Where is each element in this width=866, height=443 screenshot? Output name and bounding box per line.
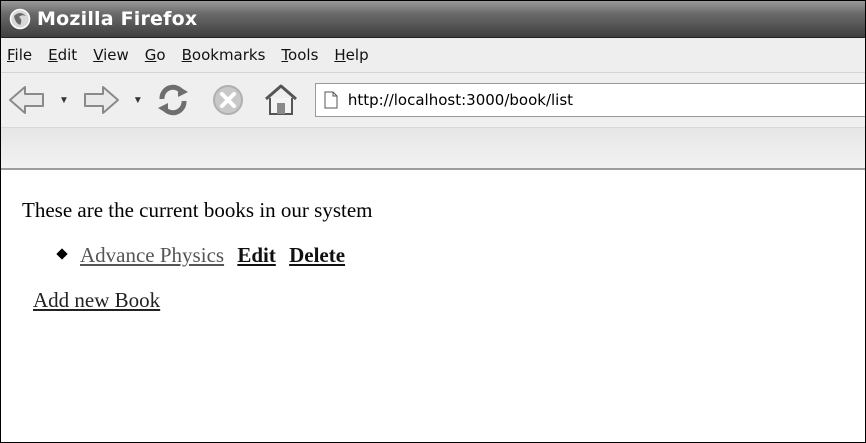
browser-window: Mozilla Firefox File Edit View Go Bookma… — [0, 0, 866, 443]
menu-tools[interactable]: Tools — [281, 46, 318, 64]
forward-button[interactable] — [81, 83, 121, 117]
reload-icon — [157, 84, 188, 116]
home-button[interactable] — [263, 83, 299, 117]
menu-file[interactable]: File — [7, 46, 32, 64]
menu-view[interactable]: View — [93, 46, 129, 64]
edit-link[interactable]: Edit — [237, 243, 276, 267]
back-icon — [9, 86, 44, 114]
firefox-icon — [9, 8, 31, 30]
stop-button[interactable] — [211, 83, 245, 117]
window-title: Mozilla Firefox — [37, 8, 198, 30]
page-icon — [324, 91, 338, 109]
address-url: http://localhost:3000/book/list — [347, 91, 574, 109]
address-bar[interactable]: http://localhost:3000/book/list — [314, 83, 865, 117]
menu-bookmarks[interactable]: Bookmarks — [182, 46, 266, 64]
book-title-link[interactable]: Advance Physics — [80, 243, 224, 267]
bookmarks-toolbar — [1, 128, 865, 170]
stop-icon — [212, 85, 243, 115]
list-item: Advance Physics Edit Delete — [56, 243, 865, 268]
forward-icon — [83, 86, 119, 114]
menu-help[interactable]: Help — [334, 46, 368, 64]
book-list: Advance Physics Edit Delete — [56, 243, 865, 268]
back-button[interactable] — [7, 83, 47, 117]
add-new-book-link[interactable]: Add new Book — [33, 288, 160, 312]
menu-go[interactable]: Go — [145, 46, 166, 64]
page-content: These are the current books in our syste… — [1, 170, 865, 313]
menu-edit[interactable]: Edit — [48, 46, 77, 64]
title-bar: Mozilla Firefox — [1, 1, 865, 38]
back-dropdown-arrow-icon[interactable]: ▼ — [59, 95, 69, 106]
navigation-toolbar: ▼ ▼ http://localhost:3000/book/list — [1, 73, 865, 128]
forward-dropdown-arrow-icon[interactable]: ▼ — [133, 95, 143, 106]
menu-bar: File Edit View Go Bookmarks Tools Help — [1, 38, 865, 73]
reload-button[interactable] — [155, 82, 191, 118]
bullet-icon — [56, 248, 68, 260]
delete-link[interactable]: Delete — [289, 243, 345, 267]
intro-text: These are the current books in our syste… — [22, 198, 373, 222]
home-icon — [264, 84, 297, 115]
